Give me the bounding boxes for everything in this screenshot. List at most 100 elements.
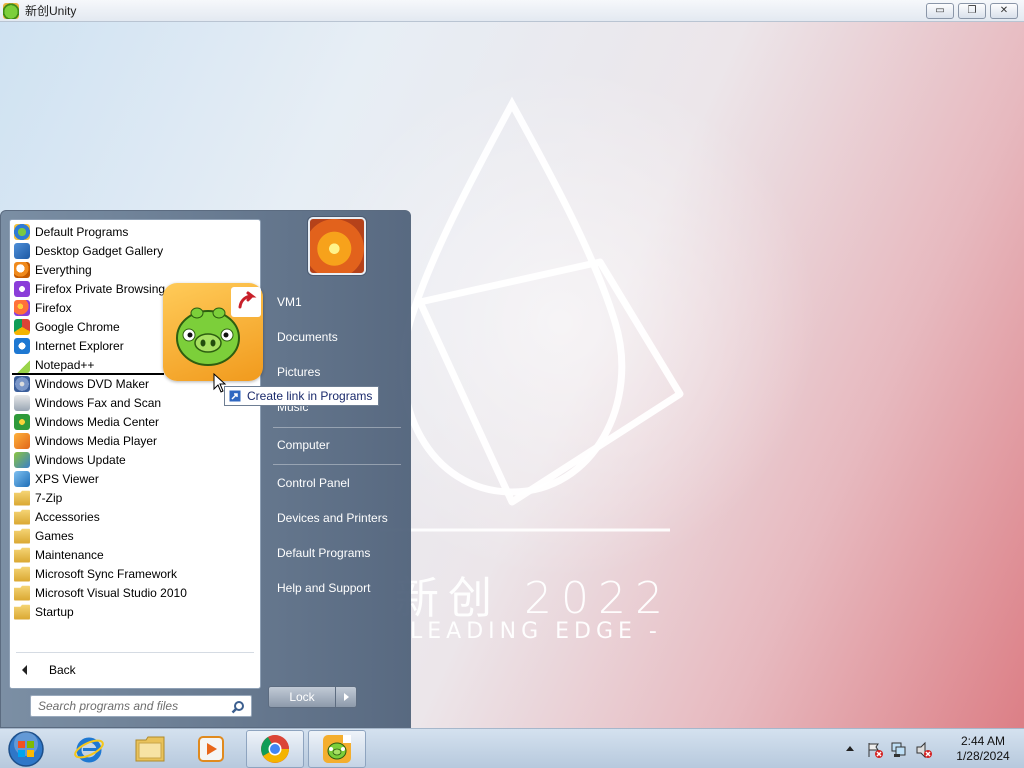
default-programs-link[interactable]: Default Programs [277,546,370,560]
program-label: Microsoft Visual Studio 2010 [35,585,187,600]
clock-date: 1/28/2024 [956,749,1010,763]
lock-button[interactable]: Lock [268,686,336,708]
search-icon[interactable] [231,700,245,714]
close-button[interactable]: ✕ [990,3,1018,19]
program-item[interactable]: Maintenance [10,545,260,564]
program-label: Windows Fax and Scan [35,395,162,410]
program-label: XPS Viewer [35,471,99,486]
firefox-private-icon [14,280,30,297]
program-label: Games [35,528,74,543]
drag-tooltip: Create link in Programs [224,386,380,406]
documents-link[interactable]: Documents [277,330,338,344]
program-label: Accessories [35,509,100,524]
default-programs-icon [14,223,30,240]
program-item[interactable]: Windows Update [10,450,260,469]
computer-link[interactable]: Computer [277,438,330,452]
folder-icon [14,528,30,544]
program-item[interactable]: Windows Media Player [10,431,260,450]
program-item[interactable]: Microsoft Visual Studio 2010 [10,583,260,602]
program-item[interactable]: Startup [10,602,260,621]
program-label: Windows DVD Maker [35,376,150,391]
firefox-icon [14,299,30,316]
action-center-icon[interactable] [866,741,884,759]
user-avatar[interactable] [308,217,366,275]
back-button[interactable]: Back [14,660,76,680]
program-label: Windows Update [35,452,126,467]
search-box[interactable] [30,695,252,717]
program-label: Firefox [35,300,72,315]
program-item[interactable]: Accessories [10,507,260,526]
program-label: Microsoft Sync Framework [35,566,178,581]
programs-list: Default Programs Desktop Gadget Gallery Ev… [10,222,260,621]
minimize-icon: ▭ [935,5,945,16]
media-player-icon [198,736,224,762]
taskbar-unity-game[interactable] [308,730,366,768]
restore-icon: ❐ [967,5,977,16]
pictures-link[interactable]: Pictures [277,365,320,379]
taskbar-internet-explorer[interactable] [60,730,118,768]
program-label: Startup [35,604,74,619]
program-item[interactable]: 7-Zip [10,488,260,507]
taskbar-chrome[interactable] [246,730,304,768]
right-pane: VM1 Documents Pictures Music Computer Co… [263,211,411,729]
shortcut-arrow-icon [231,287,261,317]
explorer-folder-icon [135,736,165,762]
close-icon: ✕ [999,5,1009,16]
clock-time: 2:44 AM [960,734,1006,748]
clock[interactable]: 2:44 AM 1/28/2024 [948,734,1018,764]
help-support-link[interactable]: Help and Support [277,581,370,595]
start-orb-icon[interactable] [5,730,47,768]
program-item[interactable]: Games [10,526,260,545]
chrome-icon [14,318,30,335]
media-center-icon [14,413,30,430]
xps-viewer-icon [14,470,30,487]
program-label: Firefox Private Browsing [35,281,166,296]
dvd-maker-icon [14,375,30,392]
notepad-plus-plus-icon [14,356,30,373]
shutdown-options-button[interactable] [336,686,357,708]
program-item[interactable]: Windows Media Center [10,412,260,431]
show-hidden-icons-icon[interactable] [845,744,855,752]
user-folder-link[interactable]: VM1 [277,295,302,309]
window-title: 新创Unity [25,4,77,18]
windows-update-icon [14,451,30,468]
unity-game-icon [323,735,351,763]
program-item[interactable]: Desktop Gadget Gallery [10,241,260,260]
program-label: Maintenance [35,547,104,562]
program-label: Default Programs [35,224,129,239]
folder-icon [14,490,30,506]
program-item[interactable]: XPS Viewer [10,469,260,488]
back-arrow-icon [22,665,27,675]
program-item[interactable]: Everything [10,260,260,279]
arrow-right-icon [343,693,349,701]
minimize-button[interactable]: ▭ [926,3,954,19]
program-label: Internet Explorer [35,338,124,353]
program-item[interactable]: Windows Fax and Scan [10,393,260,412]
program-label: Everything [35,262,92,277]
taskbar-media-player[interactable] [182,730,240,768]
devices-printers-link[interactable]: Devices and Printers [277,511,388,525]
folder-icon [14,604,30,620]
volume-muted-icon[interactable] [915,741,933,759]
program-item[interactable]: Microsoft Sync Framework [10,564,260,583]
restore-button[interactable]: ❐ [958,3,986,19]
program-label: Windows Media Player [35,433,158,448]
taskbar-explorer[interactable] [121,730,179,768]
program-label: Desktop Gadget Gallery [35,243,164,258]
taskbar: 2:44 AM 1/28/2024 [0,728,1024,768]
network-icon[interactable] [890,741,908,759]
search-input[interactable] [38,699,228,713]
right-divider [273,427,401,428]
control-panel-link[interactable]: Control Panel [277,476,350,490]
program-item[interactable]: Default Programs [10,222,260,241]
right-divider [273,464,401,465]
internet-explorer-icon [14,337,30,354]
app-icon [3,2,19,19]
folder-icon [14,547,30,563]
system-tray: 2:44 AM 1/28/2024 [840,729,1024,768]
link-icon [229,390,241,402]
tooltip-text: Create link in Programs [247,389,373,403]
everything-search-icon [14,261,30,278]
internet-explorer-icon [74,737,104,763]
program-label: Google Chrome [35,319,120,334]
